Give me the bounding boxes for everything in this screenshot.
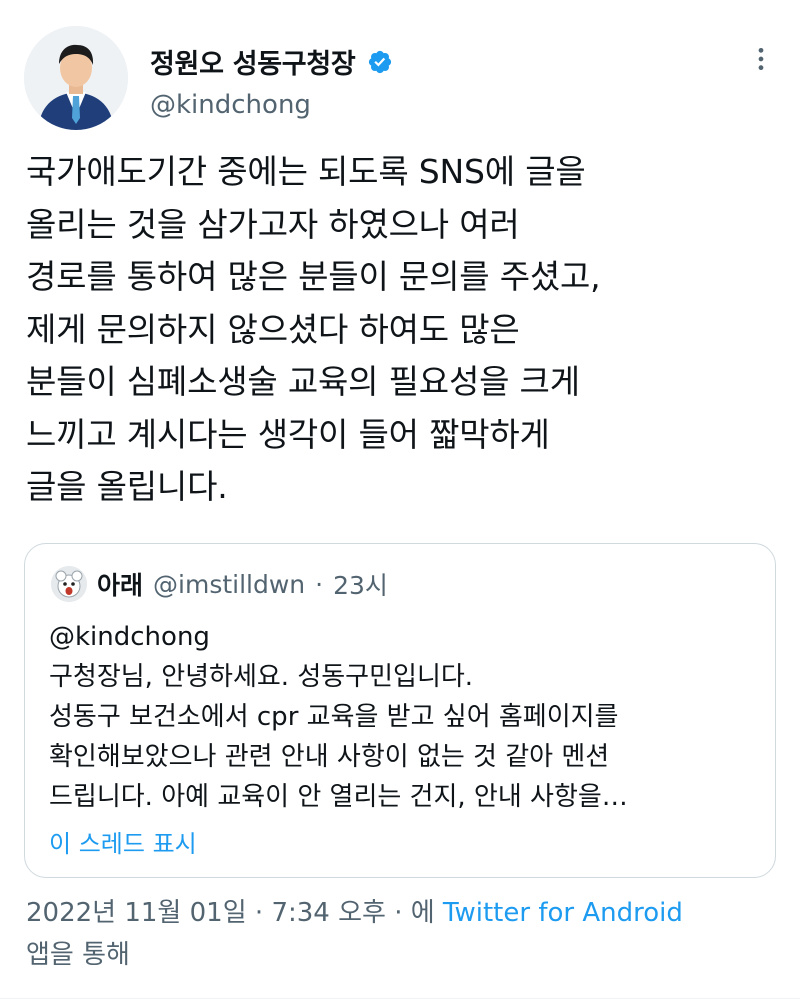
quoted-author-avatar xyxy=(51,566,87,602)
tweet-source-link[interactable]: Twitter for Android xyxy=(443,898,683,928)
show-thread-link[interactable]: 이 스레드 표시 xyxy=(49,824,197,859)
via-prefix: · 에 xyxy=(394,898,435,928)
tweet-date: 2022년 11월 01일 xyxy=(26,898,247,928)
quoted-author-name: 아래 xyxy=(97,571,144,600)
quoted-separator: · xyxy=(315,569,324,599)
verified-badge-icon xyxy=(369,50,392,73)
via-suffix: 앱을 통해 xyxy=(26,940,130,970)
author-display-name[interactable]: 정원오 성동구청장 xyxy=(150,42,356,81)
author-name-row[interactable]: 정원오 성동구청장 xyxy=(150,42,393,81)
tweet-text: 국가애도기간 중에는 되도록 SNS에 글을 올리는 것을 삼가고자 하였으나 … xyxy=(26,152,601,506)
bottom-divider xyxy=(0,998,800,999)
quoted-tweet-header: 아래 @imstilldwn · 23시 xyxy=(51,566,388,602)
more-options-icon[interactable] xyxy=(748,46,774,72)
quoted-tweet-card[interactable]: 아래 @imstilldwn · 23시 @kindchong 구청장님, 안녕… xyxy=(24,543,776,878)
quoted-tweet-text: @kindchong 구청장님, 안녕하세요. 성동구민입니다. 성동구 보건소… xyxy=(49,622,628,812)
author-avatar[interactable] xyxy=(24,26,128,130)
quoted-author-handle: @imstilldwn xyxy=(153,569,306,599)
author-handle[interactable]: @kindchong xyxy=(150,90,311,120)
meta-separator: · xyxy=(254,898,264,928)
tweet-time: 7:34 오후 xyxy=(271,898,386,928)
tweet-metadata: 2022년 11월 01일 · 7:34 오후 · 에 Twitter for … xyxy=(26,892,786,976)
quoted-timestamp: 23시 xyxy=(333,571,388,600)
